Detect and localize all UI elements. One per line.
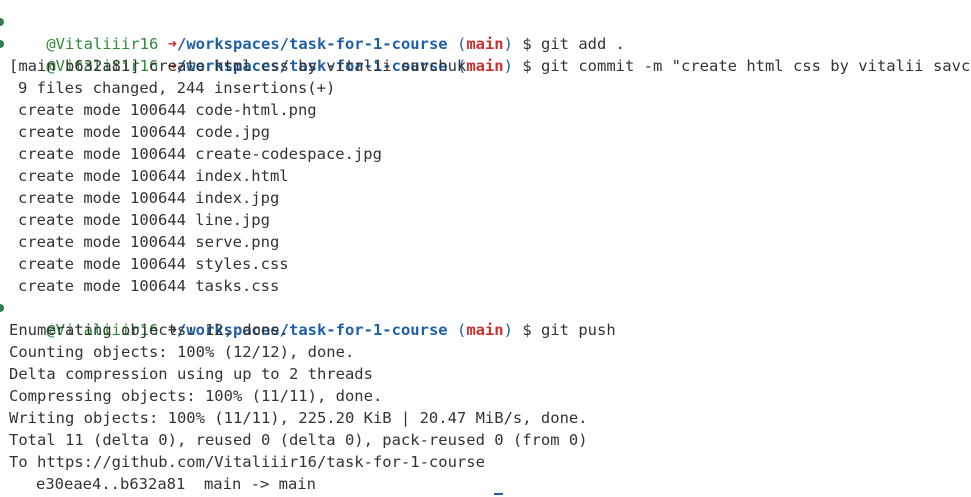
output-line: Enumerating objects: 12, done.: [9, 321, 289, 339]
output-line: create mode 100644 line.jpg: [18, 211, 270, 229]
output-line: 9 files changed, 244 insertions(+): [18, 79, 336, 97]
output-line: Writing objects: 100% (11/11), 225.20 Ki…: [9, 409, 588, 427]
output-line: e30eae4..b632a81 main -> main: [36, 475, 316, 493]
output-line: create mode 100644 index.jpg: [18, 189, 280, 207]
output-line: create mode 100644 code.jpg: [18, 123, 270, 141]
terminal-cursor: [494, 493, 503, 495]
output-line: Counting objects: 100% (12/12), done.: [9, 343, 355, 361]
output-line: Compressing objects: 100% (11/11), done.: [9, 387, 383, 405]
output-line: create mode 100644 index.html: [18, 167, 289, 185]
command-status-dot-icon[interactable]: [0, 18, 4, 26]
command-status-dot-icon[interactable]: [0, 304, 4, 312]
output-line: create mode 100644 create-codespace.jpg: [18, 145, 382, 163]
prompt-line-commit: @Vitaliiir16 ➜/workspaces/task-for-1-cou…: [0, 33, 971, 75]
output-line: Total 11 (delta 0), reused 0 (delta 0), …: [9, 431, 588, 449]
output-line: Delta compression using up to 2 threads: [9, 365, 373, 383]
output-line: create mode 100644 serve.png: [18, 233, 280, 251]
command-status-dot-icon[interactable]: [0, 40, 4, 48]
output-line: To https://github.com/Vitaliiir16/task-f…: [9, 453, 485, 471]
prompt-line-push: @Vitaliiir16 ➜/workspaces/task-for-1-cou…: [0, 297, 971, 339]
output-line: create mode 100644 tasks.css: [18, 277, 280, 295]
output-line: [main b632a81] create html css by vitali…: [9, 57, 467, 75]
terminal-panel[interactable]: @Vitaliiir16 ➜/workspaces/task-for-1-cou…: [0, 0, 971, 497]
output-line: create mode 100644 code-html.png: [18, 101, 317, 119]
prompt-line-add: @Vitaliiir16 ➜/workspaces/task-for-1-cou…: [0, 11, 971, 53]
output-line: create mode 100644 styles.css: [18, 255, 289, 273]
